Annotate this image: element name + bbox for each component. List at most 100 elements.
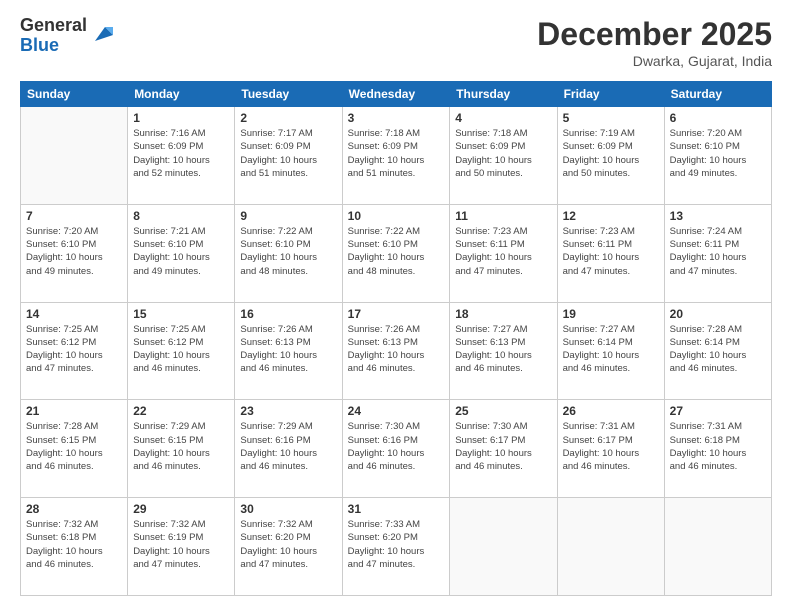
day-info: Sunrise: 7:22 AM Sunset: 6:10 PM Dayligh… [348,225,445,278]
day-info: Sunrise: 7:27 AM Sunset: 6:14 PM Dayligh… [563,323,659,376]
day-info: Sunrise: 7:20 AM Sunset: 6:10 PM Dayligh… [26,225,122,278]
day-number: 27 [670,404,766,418]
day-info: Sunrise: 7:23 AM Sunset: 6:11 PM Dayligh… [563,225,659,278]
calendar-week-4: 28 Sunrise: 7:32 AM Sunset: 6:18 PM Dayli… [21,498,772,596]
day-info: Sunrise: 7:23 AM Sunset: 6:11 PM Dayligh… [455,225,551,278]
day-info: Sunrise: 7:18 AM Sunset: 6:09 PM Dayligh… [348,127,445,180]
day-number: 8 [133,209,229,223]
day-number: 11 [455,209,551,223]
day-info: Sunrise: 7:26 AM Sunset: 6:13 PM Dayligh… [348,323,445,376]
location: Dwarka, Gujarat, India [537,53,772,69]
day-number: 29 [133,502,229,516]
logo: General Blue [20,16,113,56]
calendar-cell: 27Sunrise: 7:31 AM Sunset: 6:18 PM Dayli… [664,400,771,498]
day-number: 10 [348,209,445,223]
day-info: Sunrise: 7:25 AM Sunset: 6:12 PM Dayligh… [133,323,229,376]
day-number: 22 [133,404,229,418]
calendar-cell: 4 Sunrise: 7:18 AM Sunset: 6:09 PM Daylig… [450,107,557,205]
calendar-cell: 3 Sunrise: 7:18 AM Sunset: 6:09 PM Daylig… [342,107,450,205]
calendar-header-row: SundayMondayTuesdayWednesdayThursdayFrid… [21,82,772,107]
day-number: 18 [455,307,551,321]
day-number: 1 [133,111,229,125]
calendar-cell: 31 Sunrise: 7:33 AM Sunset: 6:20 PM Dayli… [342,498,450,596]
title-block: December 2025 Dwarka, Gujarat, India [537,16,772,69]
day-number: 3 [348,111,445,125]
calendar-cell [21,107,128,205]
day-number: 14 [26,307,122,321]
day-number: 6 [670,111,766,125]
day-info: Sunrise: 7:21 AM Sunset: 6:10 PM Dayligh… [133,225,229,278]
day-info: Sunrise: 7:30 AM Sunset: 6:16 PM Dayligh… [348,420,445,473]
day-info: Sunrise: 7:26 AM Sunset: 6:13 PM Dayligh… [240,323,336,376]
day-info: Sunrise: 7:20 AM Sunset: 6:10 PM Dayligh… [670,127,766,180]
day-info: Sunrise: 7:28 AM Sunset: 6:14 PM Dayligh… [670,323,766,376]
calendar-cell: 15 Sunrise: 7:25 AM Sunset: 6:12 PM Dayli… [128,302,235,400]
calendar-cell: 29 Sunrise: 7:32 AM Sunset: 6:19 PM Dayli… [128,498,235,596]
calendar-cell: 19Sunrise: 7:27 AM Sunset: 6:14 PM Dayli… [557,302,664,400]
day-header-thursday: Thursday [450,82,557,107]
day-info: Sunrise: 7:27 AM Sunset: 6:13 PM Dayligh… [455,323,551,376]
day-header-sunday: Sunday [21,82,128,107]
calendar-cell: 28 Sunrise: 7:32 AM Sunset: 6:18 PM Dayli… [21,498,128,596]
day-info: Sunrise: 7:19 AM Sunset: 6:09 PM Dayligh… [563,127,659,180]
day-number: 21 [26,404,122,418]
day-info: Sunrise: 7:28 AM Sunset: 6:15 PM Dayligh… [26,420,122,473]
calendar-cell [557,498,664,596]
calendar-cell: 13 Sunrise: 7:24 AM Sunset: 6:11 PM Dayli… [664,204,771,302]
day-info: Sunrise: 7:29 AM Sunset: 6:15 PM Dayligh… [133,420,229,473]
day-info: Sunrise: 7:24 AM Sunset: 6:11 PM Dayligh… [670,225,766,278]
day-number: 17 [348,307,445,321]
day-info: Sunrise: 7:33 AM Sunset: 6:20 PM Dayligh… [348,518,445,571]
day-info: Sunrise: 7:32 AM Sunset: 6:20 PM Dayligh… [240,518,336,571]
calendar-cell: 8 Sunrise: 7:21 AM Sunset: 6:10 PM Daylig… [128,204,235,302]
calendar-cell: 9 Sunrise: 7:22 AM Sunset: 6:10 PM Daylig… [235,204,342,302]
calendar-cell: 25 Sunrise: 7:30 AM Sunset: 6:17 PM Dayli… [450,400,557,498]
day-number: 2 [240,111,336,125]
day-number: 7 [26,209,122,223]
calendar-week-2: 14 Sunrise: 7:25 AM Sunset: 6:12 PM Dayli… [21,302,772,400]
day-number: 9 [240,209,336,223]
calendar-cell: 5Sunrise: 7:19 AM Sunset: 6:09 PM Daylig… [557,107,664,205]
day-number: 4 [455,111,551,125]
calendar-table: SundayMondayTuesdayWednesdayThursdayFrid… [20,81,772,596]
day-info: Sunrise: 7:32 AM Sunset: 6:18 PM Dayligh… [26,518,122,571]
logo-blue: Blue [20,36,87,56]
day-number: 30 [240,502,336,516]
calendar-cell: 23Sunrise: 7:29 AM Sunset: 6:16 PM Dayli… [235,400,342,498]
calendar-cell: 18 Sunrise: 7:27 AM Sunset: 6:13 PM Dayli… [450,302,557,400]
day-info: Sunrise: 7:18 AM Sunset: 6:09 PM Dayligh… [455,127,551,180]
calendar-cell: 24Sunrise: 7:30 AM Sunset: 6:16 PM Dayli… [342,400,450,498]
calendar-cell: 10 Sunrise: 7:22 AM Sunset: 6:10 PM Dayli… [342,204,450,302]
day-info: Sunrise: 7:31 AM Sunset: 6:17 PM Dayligh… [563,420,659,473]
day-header-monday: Monday [128,82,235,107]
calendar-cell: 11 Sunrise: 7:23 AM Sunset: 6:11 PM Dayli… [450,204,557,302]
day-number: 16 [240,307,336,321]
day-number: 25 [455,404,551,418]
calendar-cell [450,498,557,596]
day-info: Sunrise: 7:17 AM Sunset: 6:09 PM Dayligh… [240,127,336,180]
day-number: 15 [133,307,229,321]
calendar-cell: 21 Sunrise: 7:28 AM Sunset: 6:15 PM Dayli… [21,400,128,498]
day-header-tuesday: Tuesday [235,82,342,107]
calendar-cell: 20Sunrise: 7:28 AM Sunset: 6:14 PM Dayli… [664,302,771,400]
day-number: 12 [563,209,659,223]
calendar-cell: 1Sunrise: 7:16 AM Sunset: 6:09 PM Daylig… [128,107,235,205]
calendar-week-0: 1Sunrise: 7:16 AM Sunset: 6:09 PM Daylig… [21,107,772,205]
day-info: Sunrise: 7:32 AM Sunset: 6:19 PM Dayligh… [133,518,229,571]
calendar-cell: 22 Sunrise: 7:29 AM Sunset: 6:15 PM Dayli… [128,400,235,498]
calendar-cell: 16 Sunrise: 7:26 AM Sunset: 6:13 PM Dayli… [235,302,342,400]
day-info: Sunrise: 7:25 AM Sunset: 6:12 PM Dayligh… [26,323,122,376]
calendar-week-1: 7 Sunrise: 7:20 AM Sunset: 6:10 PM Daylig… [21,204,772,302]
header: General Blue December 2025 Dwarka, Gujar… [20,16,772,69]
calendar-week-3: 21 Sunrise: 7:28 AM Sunset: 6:15 PM Dayli… [21,400,772,498]
day-number: 31 [348,502,445,516]
day-number: 13 [670,209,766,223]
calendar-cell: 2 Sunrise: 7:17 AM Sunset: 6:09 PM Daylig… [235,107,342,205]
day-number: 28 [26,502,122,516]
logo-text: General Blue [20,16,87,56]
day-info: Sunrise: 7:22 AM Sunset: 6:10 PM Dayligh… [240,225,336,278]
day-info: Sunrise: 7:30 AM Sunset: 6:17 PM Dayligh… [455,420,551,473]
day-info: Sunrise: 7:29 AM Sunset: 6:16 PM Dayligh… [240,420,336,473]
day-header-wednesday: Wednesday [342,82,450,107]
day-number: 26 [563,404,659,418]
